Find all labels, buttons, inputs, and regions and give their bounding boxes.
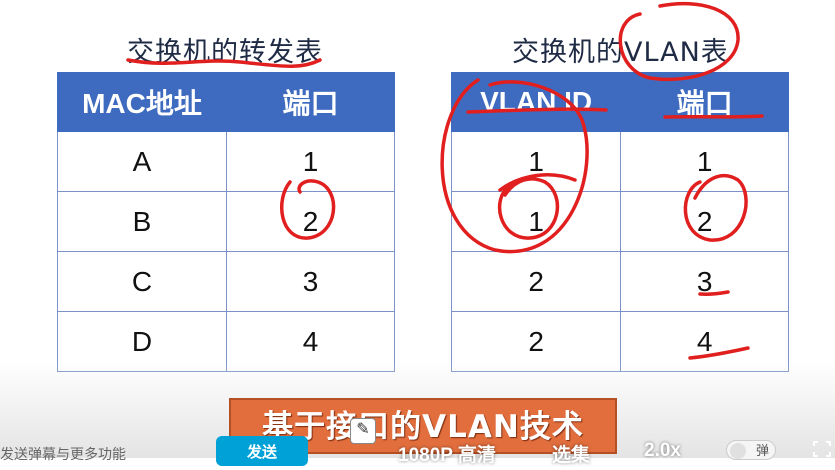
cell-mac: C xyxy=(57,251,227,312)
vlan-table: VLAN ID 端口 1 1 1 2 2 3 2 4 xyxy=(450,72,789,372)
pen-cursor-icon: ✎ xyxy=(350,418,376,444)
table-header-row: VLAN ID 端口 xyxy=(450,72,789,132)
cell-port: 1 xyxy=(620,131,789,192)
header-mac-address: MAC地址 xyxy=(57,72,227,132)
cell-port: 3 xyxy=(620,251,789,312)
table-row: B 2 xyxy=(57,191,395,252)
cell-vlan-id: 1 xyxy=(450,131,622,192)
header-port: 端口 xyxy=(226,72,395,132)
fullscreen-icon[interactable] xyxy=(812,440,832,458)
cell-port: 3 xyxy=(226,251,395,312)
cell-port: 2 xyxy=(226,191,395,252)
header-vlan-id: VLAN ID xyxy=(450,72,622,132)
toggle-knob-icon xyxy=(730,443,746,459)
cell-mac: B xyxy=(57,191,227,252)
table-row: 1 2 xyxy=(450,191,789,252)
table-row: 1 1 xyxy=(450,131,789,192)
cell-port: 2 xyxy=(620,191,789,252)
header-port: 端口 xyxy=(620,72,789,132)
danmaku-toggle-label: 弹 xyxy=(755,443,769,458)
table-row: C 3 xyxy=(57,251,395,312)
quality-selector[interactable]: 1080P 高清 xyxy=(398,440,496,467)
speed-selector[interactable]: 2.0x xyxy=(644,440,681,462)
forwarding-table-title: 交换机的转发表 xyxy=(127,37,323,68)
episodes-button[interactable]: 选集 xyxy=(552,440,590,467)
slide-canvas: 交换机的转发表 MAC地址 端口 A 1 B 2 C 3 D 4 交换机的VLA… xyxy=(0,0,835,466)
table-row: A 1 xyxy=(57,131,395,192)
cell-vlan-id: 2 xyxy=(450,251,622,312)
cell-vlan-id: 1 xyxy=(450,191,622,252)
send-danmaku-button[interactable]: 发送 xyxy=(216,436,308,466)
forwarding-table: MAC地址 端口 A 1 B 2 C 3 D 4 xyxy=(57,72,395,372)
cell-port: 1 xyxy=(226,131,395,192)
danmaku-toggle[interactable]: 弹 xyxy=(726,440,776,460)
table-row: 2 3 xyxy=(450,251,789,312)
table-header-row: MAC地址 端口 xyxy=(57,72,395,132)
cell-mac: A xyxy=(57,131,227,192)
danmaku-input[interactable]: 发送弹幕与更多功能 xyxy=(0,444,200,464)
vlan-table-title: 交换机的VLAN表 xyxy=(512,37,729,68)
